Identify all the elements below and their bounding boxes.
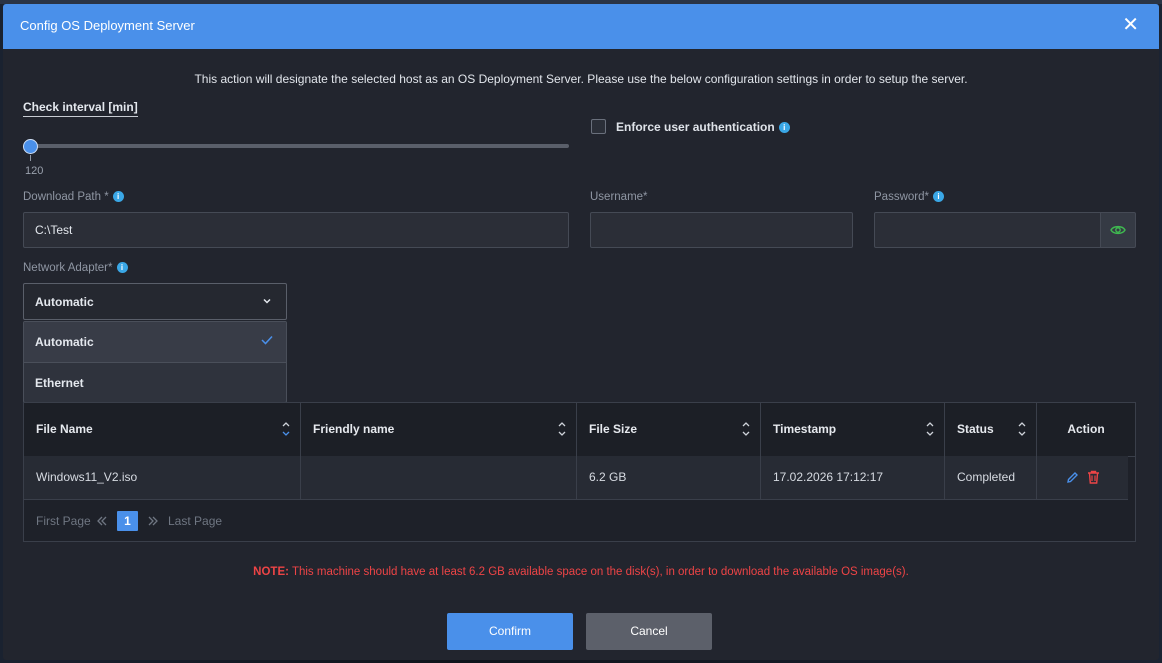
column-header-label: Status <box>957 422 994 436</box>
column-header-label: File Name <box>36 422 93 436</box>
note-prefix: NOTE: <box>253 566 289 578</box>
info-icon[interactable]: i <box>932 191 944 203</box>
dropdown-option-automatic[interactable]: Automatic <box>24 322 286 362</box>
chevron-double-right-icon[interactable] <box>147 515 159 527</box>
dialog-title: Config OS Deployment Server <box>20 18 195 33</box>
enforce-auth-checkbox[interactable] <box>591 119 606 134</box>
column-header-friendly-name[interactable]: Friendly name <box>301 403 577 456</box>
sort-icon[interactable] <box>558 421 566 437</box>
dialog-description: This action will designate the selected … <box>194 72 968 86</box>
first-page-link[interactable]: First Page <box>36 514 91 528</box>
column-header-label: Friendly name <box>313 422 395 436</box>
slider-tick <box>30 155 31 161</box>
check-interval-slider-handle[interactable] <box>23 139 38 154</box>
trash-icon[interactable] <box>1087 470 1100 484</box>
page-number-current[interactable]: 1 <box>117 511 138 531</box>
cell-status: Completed <box>945 456 1037 499</box>
edit-icon[interactable] <box>1066 471 1079 484</box>
download-path-label: Download Path * i <box>23 191 124 203</box>
network-adapter-label-text: Network Adapter* <box>23 262 113 274</box>
column-header-label: Timestamp <box>773 422 837 436</box>
last-page-link[interactable]: Last Page <box>168 514 222 528</box>
password-label-text: Password* <box>874 191 929 203</box>
download-path-label-text: Download Path * <box>23 191 109 203</box>
column-header-file-name[interactable]: File Name <box>24 403 301 456</box>
cancel-button[interactable]: Cancel <box>586 613 712 650</box>
username-input[interactable] <box>590 212 853 248</box>
dropdown-option-label: Automatic <box>35 335 94 349</box>
check-interval-label: Check interval [min] <box>23 100 138 117</box>
sort-icon[interactable] <box>1018 421 1026 437</box>
check-interval-slider-track[interactable] <box>27 144 569 148</box>
chevron-down-icon <box>263 298 271 304</box>
cell-file-name: Windows11_V2.iso <box>24 456 301 499</box>
table-header: File Name Friendly name File Size Timest… <box>24 403 1135 457</box>
info-icon[interactable]: i <box>778 122 790 134</box>
network-adapter-select[interactable]: Automatic <box>23 283 287 320</box>
check-interval-value: 120 <box>25 165 44 177</box>
chevron-double-left-icon[interactable] <box>96 515 108 527</box>
disk-space-note: NOTE: This machine should have at least … <box>3 566 1159 578</box>
eye-icon <box>1110 225 1126 235</box>
cell-actions <box>1037 456 1128 499</box>
sort-icon[interactable] <box>926 421 934 437</box>
enforce-auth-label-text: Enforce user authentication <box>616 120 775 134</box>
checkmark-icon <box>261 335 273 345</box>
dialog-header: Config OS Deployment Server ✕ <box>3 4 1159 49</box>
os-images-table: File Name Friendly name File Size Timest… <box>23 402 1136 542</box>
network-adapter-label: Network Adapter* i <box>23 262 128 274</box>
column-header-file-size[interactable]: File Size <box>577 403 761 456</box>
sort-icon[interactable] <box>282 421 290 437</box>
close-icon[interactable]: ✕ <box>1122 15 1139 35</box>
cell-friendly-name <box>301 456 577 499</box>
column-header-action: Action <box>1067 422 1105 436</box>
confirm-button[interactable]: Confirm <box>447 613 573 650</box>
info-icon[interactable]: i <box>116 262 128 274</box>
note-text: This machine should have at least 6.2 GB… <box>288 566 909 578</box>
column-header-status[interactable]: Status <box>945 403 1037 456</box>
username-label: Username* <box>590 191 648 203</box>
enforce-auth-label: Enforce user authentication i <box>616 120 790 134</box>
password-label: Password* i <box>874 191 944 203</box>
cell-timestamp: 17.02.2026 17:12:17 <box>761 456 945 499</box>
column-header-timestamp[interactable]: Timestamp <box>761 403 945 456</box>
download-path-input[interactable]: C:\Test <box>23 212 569 248</box>
cell-file-size: 6.2 GB <box>577 456 761 499</box>
show-password-button[interactable] <box>1100 212 1136 248</box>
table-row[interactable]: Windows11_V2.iso 6.2 GB 17.02.2026 17:12… <box>24 456 1128 500</box>
network-adapter-dropdown: Automatic Ethernet <box>23 321 287 403</box>
config-os-deployment-dialog: Config OS Deployment Server ✕ This actio… <box>3 4 1159 660</box>
dropdown-option-label: Ethernet <box>35 376 84 390</box>
password-input[interactable] <box>874 212 1101 248</box>
info-icon[interactable]: i <box>112 191 124 203</box>
column-header-label: File Size <box>589 422 638 436</box>
dropdown-option-ethernet[interactable]: Ethernet <box>24 362 286 402</box>
sort-icon[interactable] <box>742 421 750 437</box>
network-adapter-selected: Automatic <box>35 295 94 309</box>
